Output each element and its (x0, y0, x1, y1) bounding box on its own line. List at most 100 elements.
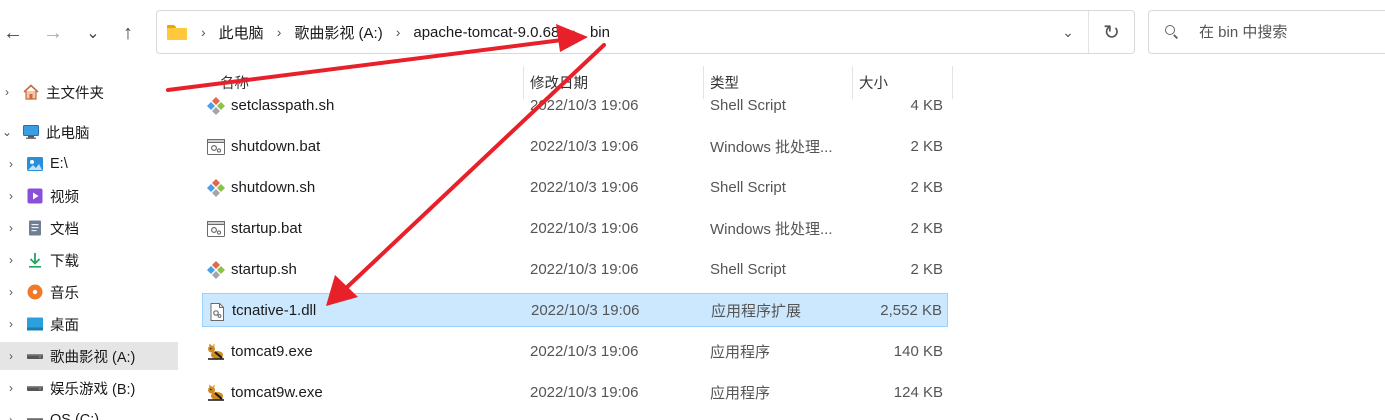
back-button[interactable]: ← (0, 20, 26, 46)
sidebar-item-label: 视频 (50, 189, 79, 206)
file-row[interactable]: setclasspath.sh 2022/10/3 19:06 Shell Scri… (202, 88, 948, 122)
sidebar-item-videos[interactable]: › 视频 (0, 182, 178, 210)
chevron-right-icon[interactable]: › (6, 381, 16, 395)
file-date-modified: 2022/10/3 19:06 (530, 178, 639, 196)
address-bar[interactable]: › 此电脑 › 歌曲影视 (A:) › apache-tomcat-9.0.68… (156, 10, 1135, 54)
folder-icon (167, 24, 187, 40)
file-name: shutdown.sh (231, 178, 316, 196)
sidebar-item-label: 文档 (50, 221, 79, 238)
file-row[interactable]: startup.bat 2022/10/3 19:06 Windows 批处理...… (202, 211, 948, 245)
file-date-modified: 2022/10/3 19:06 (530, 219, 639, 237)
chevron-down-icon: ⌄ (86, 25, 100, 42)
dll-file-icon (207, 302, 227, 322)
shell-script-icon (206, 260, 226, 280)
file-type: Shell Script (710, 178, 786, 196)
video-icon (26, 187, 44, 205)
forward-arrow-icon: → (43, 21, 63, 44)
file-type: Shell Script (710, 96, 786, 114)
column-divider[interactable] (952, 66, 953, 99)
sidebar-item-label: E:\ (50, 156, 68, 172)
chevron-right-icon[interactable]: › (6, 157, 16, 171)
file-size: 124 KB (893, 383, 943, 401)
chevron-down-icon[interactable]: ⌄ (2, 125, 12, 139)
chevron-right-icon[interactable]: › (2, 85, 12, 99)
desktop-icon (26, 315, 44, 333)
search-box[interactable] (1148, 10, 1385, 54)
navigation-pane: › 主文件夹 ⌄ 此电脑 › E:\ › 视频 › 文档 › 下载 › 音乐 ›… (0, 72, 190, 420)
image-drive-icon (26, 155, 44, 173)
chevron-right-icon[interactable]: › (6, 221, 16, 235)
chevron-right-icon[interactable]: › (6, 189, 16, 203)
file-type: Windows 批处理... (710, 220, 833, 238)
recent-locations-button[interactable]: ⌄ (80, 20, 106, 46)
chevron-right-icon[interactable]: › (6, 413, 16, 420)
search-input[interactable] (1199, 23, 1379, 41)
tomcat-exe-icon (206, 342, 226, 362)
breadcrumb-tomcat[interactable]: apache-tomcat-9.0.68 (413, 24, 559, 41)
file-type: 应用程序 (710, 384, 771, 402)
file-size: 140 KB (893, 342, 943, 360)
sidebar-item-label: 此电脑 (46, 125, 90, 142)
chevron-right-icon: › (395, 24, 401, 40)
sidebar-item-music[interactable]: › 音乐 (0, 278, 178, 306)
batch-file-icon (206, 219, 226, 239)
sidebar-item-drive-c[interactable]: › OS (C:) (0, 406, 178, 420)
shell-script-icon (206, 96, 226, 116)
sidebar-item-label: 桌面 (50, 317, 79, 334)
address-history-button[interactable]: ⌄ (1048, 24, 1088, 41)
file-name: shutdown.bat (231, 137, 321, 155)
chevron-right-icon: › (572, 24, 577, 40)
forward-button[interactable]: → (40, 20, 66, 46)
chevron-right-icon: › (276, 24, 282, 40)
breadcrumb-this-pc[interactable]: 此电脑 (219, 22, 264, 43)
sidebar-item-drive-b[interactable]: › 娱乐游戏 (B:) (0, 374, 178, 402)
file-row[interactable]: shutdown.bat 2022/10/3 19:06 Windows 批处理..… (202, 129, 948, 163)
sidebar-item-label: 娱乐游戏 (B:) (50, 381, 136, 398)
sidebar-item-e-drive[interactable]: › E:\ (0, 150, 178, 178)
up-arrow-icon: ↑ (123, 21, 133, 44)
file-size: 2,552 KB (880, 301, 942, 319)
sidebar-item-documents[interactable]: › 文档 (0, 214, 178, 242)
file-date-modified: 2022/10/3 19:06 (531, 301, 640, 319)
file-type: Shell Script (710, 260, 786, 278)
breadcrumb-drive-a[interactable]: 歌曲影视 (A:) (294, 22, 382, 43)
drive-icon (26, 411, 44, 420)
tomcat-exe-icon (206, 383, 226, 403)
sidebar-item-label: 主文件夹 (46, 85, 104, 102)
sidebar-item-drive-a[interactable]: › 歌曲影视 (A:) (0, 342, 178, 370)
refresh-button[interactable]: ↻ (1088, 11, 1134, 53)
chevron-down-icon: ⌄ (1062, 23, 1074, 40)
file-type: 应用程序 (710, 343, 771, 361)
file-row[interactable]: tcnative-1.dll 2022/10/3 19:06 应用程序扩展 2,552… (202, 293, 948, 327)
sidebar-item-downloads[interactable]: › 下载 (0, 246, 178, 274)
file-name: tomcat9w.exe (231, 383, 323, 401)
file-row[interactable]: tomcat9w.exe 2022/10/3 19:06 应用程序 124 KB (202, 375, 948, 409)
chevron-right-icon[interactable]: › (6, 317, 16, 331)
chevron-right-icon[interactable]: › (6, 253, 16, 267)
file-row[interactable]: shutdown.sh 2022/10/3 19:06 Shell Script 2 … (202, 170, 948, 204)
sidebar-item-this-pc[interactable]: ⌄ 此电脑 (0, 118, 178, 146)
file-row[interactable]: tomcat9.exe 2022/10/3 19:06 应用程序 140 KB (202, 334, 948, 368)
sidebar-item-label: OS (C:) (50, 412, 100, 420)
home-icon (22, 83, 40, 101)
chevron-right-icon[interactable]: › (6, 285, 16, 299)
chevron-right-icon[interactable]: › (6, 349, 16, 363)
sidebar-item-label: 下载 (50, 253, 79, 270)
file-date-modified: 2022/10/3 19:06 (530, 260, 639, 278)
file-row[interactable]: startup.sh 2022/10/3 19:06 Shell Script 2 K… (202, 252, 948, 286)
file-date-modified: 2022/10/3 19:06 (530, 383, 639, 401)
file-name: tomcat9.exe (231, 342, 313, 360)
file-name: startup.sh (231, 260, 297, 278)
refresh-icon: ↻ (1103, 21, 1120, 44)
chevron-right-icon: › (201, 24, 206, 40)
file-name: startup.bat (231, 219, 302, 237)
sidebar-item-home[interactable]: › 主文件夹 (0, 78, 178, 106)
breadcrumb-bin[interactable]: bin (590, 24, 610, 41)
document-icon (26, 219, 44, 237)
back-arrow-icon: ← (3, 21, 23, 44)
file-name: tcnative-1.dll (232, 301, 317, 319)
file-date-modified: 2022/10/3 19:06 (530, 137, 639, 155)
up-button[interactable]: ↑ (115, 20, 141, 46)
file-size: 2 KB (910, 260, 943, 278)
sidebar-item-desktop[interactable]: › 桌面 (0, 310, 178, 338)
